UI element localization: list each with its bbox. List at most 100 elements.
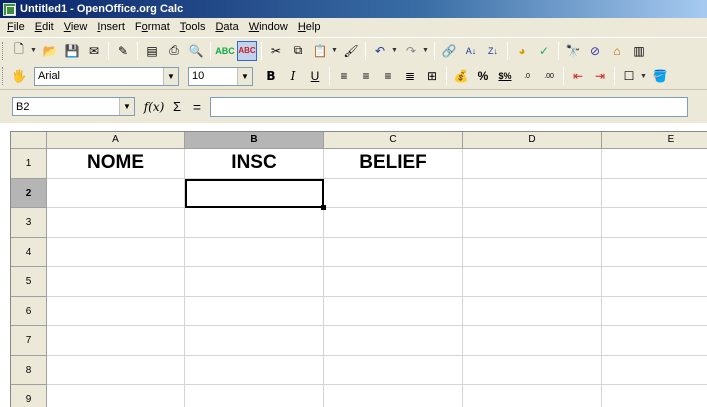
select-all-corner[interactable] — [11, 132, 47, 149]
paste-dropdown-icon[interactable]: ▼ — [331, 47, 338, 54]
italic-button[interactable]: I — [283, 66, 303, 86]
column-header-b[interactable]: B — [185, 132, 324, 149]
chevron-down-icon[interactable]: ▼ — [237, 67, 252, 85]
autospellcheck-icon[interactable]: ABC — [237, 40, 257, 61]
menu-item[interactable]: File — [2, 18, 30, 37]
column-header-a[interactable]: A — [47, 132, 185, 149]
cell-b7[interactable] — [185, 326, 324, 356]
cell-d5[interactable] — [463, 267, 602, 297]
column-header-e[interactable]: E — [602, 132, 707, 149]
cell-e3[interactable] — [602, 208, 707, 238]
print-icon[interactable]: ⎙ — [164, 41, 184, 61]
function-button[interactable]: = — [188, 99, 206, 115]
row-header-1[interactable]: 1 — [11, 149, 47, 179]
email-icon[interactable]: ✉ — [84, 41, 104, 61]
row-header-2[interactable]: 2 — [11, 178, 47, 208]
cell-b8[interactable] — [185, 355, 324, 385]
row-header-3[interactable]: 3 — [11, 208, 47, 238]
cell-a3[interactable] — [47, 208, 185, 238]
print-preview-icon[interactable]: 🔍 — [186, 41, 206, 61]
redo-dropdown-icon[interactable]: ▼ — [422, 47, 429, 54]
edit-file-icon[interactable]: ✎ — [113, 41, 133, 61]
cell-b1[interactable]: INSC — [185, 149, 324, 179]
cell-d3[interactable] — [463, 208, 602, 238]
font-name-combobox[interactable]: Arial ▼ — [34, 66, 179, 86]
merge-cells-icon[interactable]: ⊞ — [422, 66, 442, 86]
sort-descending-icon[interactable]: Z↓ — [483, 41, 503, 61]
cell-a6[interactable] — [47, 296, 185, 326]
cell-c1[interactable]: BELIEF — [324, 149, 463, 179]
cut-icon[interactable]: ✂ — [266, 41, 286, 61]
export-pdf-icon[interactable]: ▤ — [142, 41, 162, 61]
cell-d9[interactable] — [463, 385, 602, 407]
menu-item[interactable]: Tools — [175, 18, 211, 37]
align-left-icon[interactable]: ≡ — [334, 66, 354, 86]
chart-icon[interactable]: ◕ — [512, 41, 532, 61]
navigator-icon[interactable]: ⊘ — [585, 41, 605, 61]
cell-c5[interactable] — [324, 267, 463, 297]
borders-icon[interactable]: ☐ — [619, 66, 639, 86]
cell-e4[interactable] — [602, 237, 707, 267]
cell-b2[interactable] — [185, 178, 324, 208]
cell-e9[interactable] — [602, 385, 707, 407]
cell-e6[interactable] — [602, 296, 707, 326]
menu-item[interactable]: View — [59, 18, 93, 37]
cell-b5[interactable] — [185, 267, 324, 297]
cell-c4[interactable] — [324, 237, 463, 267]
open-folder-icon[interactable]: 📂 — [40, 41, 60, 61]
increase-indent-icon[interactable]: ⇥ — [590, 66, 610, 86]
spreadsheet-grid[interactable]: A B C D E 1 NOME INSC BELIEF 2 3 4 5 6 7 8 9 — [10, 131, 707, 407]
formula-input[interactable] — [210, 96, 688, 117]
row-header-4[interactable]: 4 — [11, 237, 47, 267]
new-document-icon[interactable]: 🗋 — [9, 41, 29, 61]
justify-icon[interactable]: ≣ — [400, 66, 420, 86]
cell-c7[interactable] — [324, 326, 463, 356]
cell-c3[interactable] — [324, 208, 463, 238]
font-size-combobox[interactable]: 10 ▼ — [188, 66, 253, 86]
fill-handle[interactable] — [321, 205, 326, 210]
bold-button[interactable]: B — [261, 66, 281, 86]
name-box[interactable]: B2 ▼ — [12, 97, 135, 116]
cell-c2[interactable] — [324, 178, 463, 208]
cell-b4[interactable] — [185, 237, 324, 267]
cell-b9[interactable] — [185, 385, 324, 407]
row-header-5[interactable]: 5 — [11, 267, 47, 297]
sum-button[interactable]: Σ — [168, 99, 186, 114]
gallery-icon[interactable]: ⌂ — [607, 41, 627, 61]
redo-icon[interactable]: ↷ — [401, 41, 421, 61]
menu-item[interactable]: Insert — [92, 18, 130, 37]
percent-format-button[interactable]: % — [473, 66, 493, 86]
data-sources-icon[interactable]: ▥ — [629, 41, 649, 61]
find-replace-icon[interactable]: 🔭 — [563, 41, 583, 61]
menu-item[interactable]: Help — [293, 18, 326, 37]
clone-formatting-icon[interactable]: 🖌 — [341, 41, 361, 61]
toolbar-grip[interactable] — [2, 67, 5, 85]
column-header-c[interactable]: C — [324, 132, 463, 149]
draw-functions-icon[interactable]: ✓ — [534, 41, 554, 61]
delete-decimal-icon[interactable]: .00 — [539, 66, 559, 86]
cell-c8[interactable] — [324, 355, 463, 385]
cell-a1[interactable]: NOME — [47, 149, 185, 179]
cell-e8[interactable] — [602, 355, 707, 385]
copy-icon[interactable]: ⧉ — [288, 41, 308, 61]
cell-d1[interactable] — [463, 149, 602, 179]
cell-d4[interactable] — [463, 237, 602, 267]
cell-a5[interactable] — [47, 267, 185, 297]
column-header-d[interactable]: D — [463, 132, 602, 149]
cell-d2[interactable] — [463, 178, 602, 208]
cell-d6[interactable] — [463, 296, 602, 326]
cell-d7[interactable] — [463, 326, 602, 356]
cell-b3[interactable] — [185, 208, 324, 238]
chevron-down-icon[interactable]: ▼ — [163, 67, 178, 85]
cell-e1[interactable] — [602, 149, 707, 179]
decrease-indent-icon[interactable]: ⇤ — [568, 66, 588, 86]
cell-a7[interactable] — [47, 326, 185, 356]
align-center-icon[interactable]: ≡ — [356, 66, 376, 86]
cell-e2[interactable] — [602, 178, 707, 208]
menu-item[interactable]: Window — [244, 18, 293, 37]
cell-a9[interactable] — [47, 385, 185, 407]
toolbar-grip[interactable] — [2, 41, 5, 60]
cell-d8[interactable] — [463, 355, 602, 385]
background-color-icon[interactable]: 🪣 — [650, 66, 670, 86]
cell-e5[interactable] — [602, 267, 707, 297]
